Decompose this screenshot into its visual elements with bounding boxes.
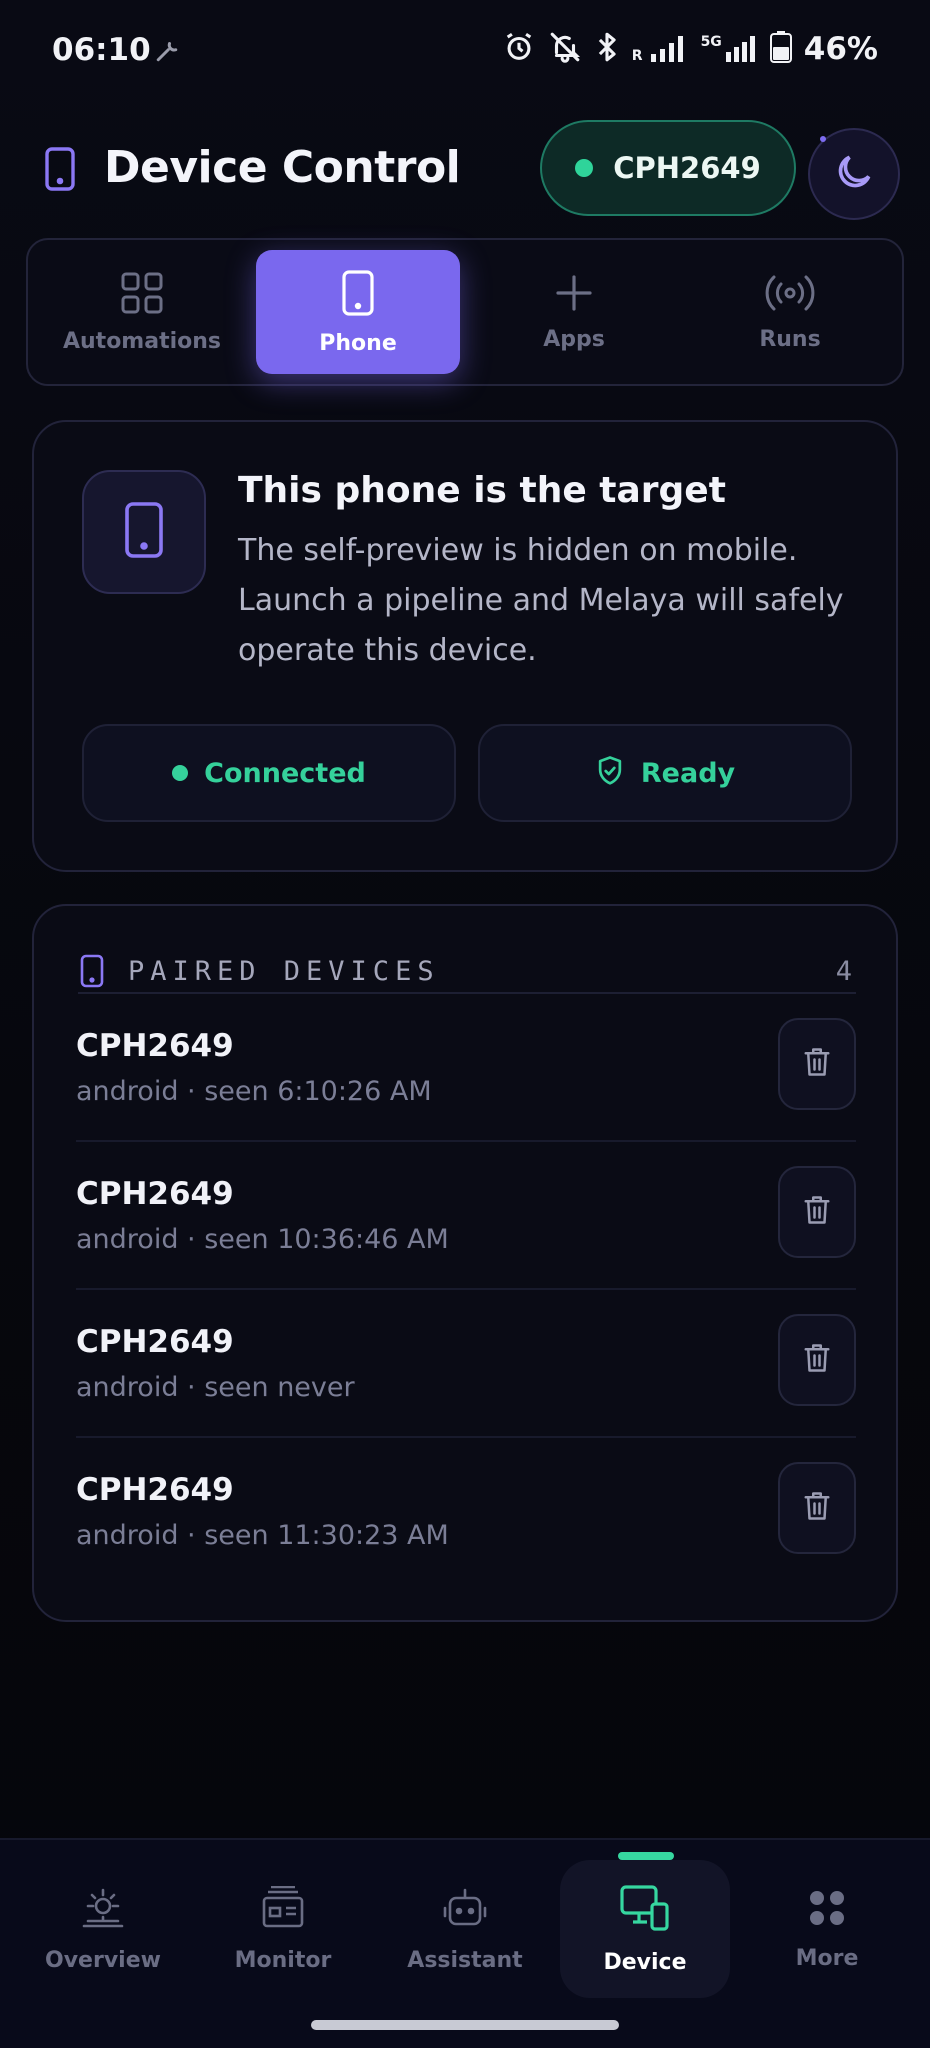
app-header: Device Control CPH2649 <box>30 120 900 220</box>
bluetooth-icon <box>594 30 620 68</box>
status-bar: 06:10 R 5G 46% <box>0 0 930 100</box>
trash-icon <box>802 1341 832 1379</box>
monitor-icon <box>260 1885 306 1934</box>
target-phone-icon-box <box>82 470 206 594</box>
trash-icon <box>802 1193 832 1231</box>
trash-icon <box>802 1045 832 1083</box>
battery-percent: 46% <box>803 31 878 67</box>
network-r-label: R <box>631 48 643 64</box>
broadcast-icon <box>765 273 815 317</box>
target-card: This phone is the target The self-previe… <box>32 420 898 872</box>
list-item: CPH2649 android · seen 6:10:26 AM <box>76 994 856 1142</box>
tab-label: Apps <box>543 326 605 352</box>
tab-label: Runs <box>759 326 821 352</box>
connected-status-badge: Connected <box>82 724 456 822</box>
device-meta: android · seen 10:36:46 AM <box>76 1224 449 1255</box>
device-meta: android · seen never <box>76 1372 355 1403</box>
wrench-icon <box>152 36 182 70</box>
nav-overview[interactable]: Overview <box>18 1860 188 1998</box>
active-indicator <box>618 1852 674 1860</box>
phone-icon <box>341 269 375 321</box>
grid-icon <box>120 271 164 319</box>
status-time: 06:10 <box>52 32 151 68</box>
theme-toggle-button[interactable] <box>808 128 900 220</box>
device-name: CPH2649 <box>613 151 761 185</box>
page-title: Device Control <box>104 142 461 193</box>
device-selector-button[interactable]: CPH2649 <box>540 120 796 216</box>
ready-status-badge: Ready <box>478 724 852 822</box>
target-description: The self-preview is hidden on mobile. La… <box>238 533 844 668</box>
status-dot <box>575 159 594 177</box>
tab-apps[interactable]: Apps <box>472 250 676 374</box>
paired-devices-card: PAIRED DEVICES 4 CPH2649 android · seen … <box>32 904 898 1622</box>
paired-devices-count: 4 <box>835 956 852 987</box>
status-dot <box>172 765 189 781</box>
tab-label: Phone <box>319 330 397 356</box>
sun-icon <box>80 1886 126 1934</box>
nav-more[interactable]: More <box>742 1860 912 1998</box>
phone-icon <box>44 146 76 196</box>
device-name: CPH2649 <box>76 1472 234 1508</box>
signal-5g-icon: 5G <box>701 34 758 64</box>
trash-icon <box>802 1489 832 1527</box>
section-tabs: Automations Phone Apps Runs <box>26 238 904 386</box>
delete-device-button[interactable] <box>778 1166 856 1258</box>
shield-check-icon <box>595 755 625 791</box>
phone-icon <box>80 954 104 992</box>
ready-label: Ready <box>640 757 736 789</box>
list-item: CPH2649 android · seen 10:36:46 AM <box>76 1142 856 1290</box>
robot-icon <box>442 1886 488 1934</box>
device-meta: android · seen 11:30:23 AM <box>76 1520 449 1551</box>
network-5g-label: 5G <box>700 34 722 50</box>
moon-icon <box>832 150 876 198</box>
nav-label: Overview <box>45 1947 161 1973</box>
plus-icon <box>554 273 594 317</box>
tab-phone[interactable]: Phone <box>256 250 460 374</box>
device-name: CPH2649 <box>76 1176 234 1212</box>
paired-devices-heading: PAIRED DEVICES <box>128 956 440 987</box>
nav-label: More <box>795 1945 859 1971</box>
tab-label: Automations <box>62 328 222 354</box>
signal-icon: R <box>632 34 689 64</box>
phone-icon <box>124 501 164 563</box>
target-heading: This phone is the target <box>238 470 726 511</box>
device-meta: android · seen 6:10:26 AM <box>76 1076 432 1107</box>
bell-off-icon <box>548 30 582 68</box>
device-name: CPH2649 <box>76 1028 234 1064</box>
dots-grid-icon <box>807 1888 847 1932</box>
battery-icon <box>769 31 792 67</box>
nav-monitor[interactable]: Monitor <box>198 1860 368 1998</box>
devices-icon <box>619 1884 671 1936</box>
list-item: CPH2649 android · seen never <box>76 1290 856 1438</box>
list-item: CPH2649 android · seen 11:30:23 AM <box>76 1438 856 1586</box>
home-indicator[interactable] <box>311 2020 619 2030</box>
sparkle-dot <box>820 136 826 142</box>
device-name: CPH2649 <box>76 1324 234 1360</box>
delete-device-button[interactable] <box>778 1314 856 1406</box>
nav-device[interactable]: Device <box>560 1852 730 1998</box>
nav-label: Assistant <box>407 1947 523 1973</box>
alarm-icon <box>502 30 536 68</box>
screen: 06:10 R 5G 46% Device Control CPH2649 Au… <box>0 0 930 2048</box>
nav-label: Monitor <box>234 1947 332 1973</box>
delete-device-button[interactable] <box>778 1018 856 1110</box>
tab-runs[interactable]: Runs <box>688 250 892 374</box>
nav-assistant[interactable]: Assistant <box>380 1860 550 1998</box>
bottom-navigation: Overview Monitor Assistant Device More <box>0 1838 930 2048</box>
delete-device-button[interactable] <box>778 1462 856 1554</box>
nav-label: Device <box>603 1949 687 1975</box>
tab-automations[interactable]: Automations <box>40 250 244 374</box>
connected-label: Connected <box>204 757 366 789</box>
